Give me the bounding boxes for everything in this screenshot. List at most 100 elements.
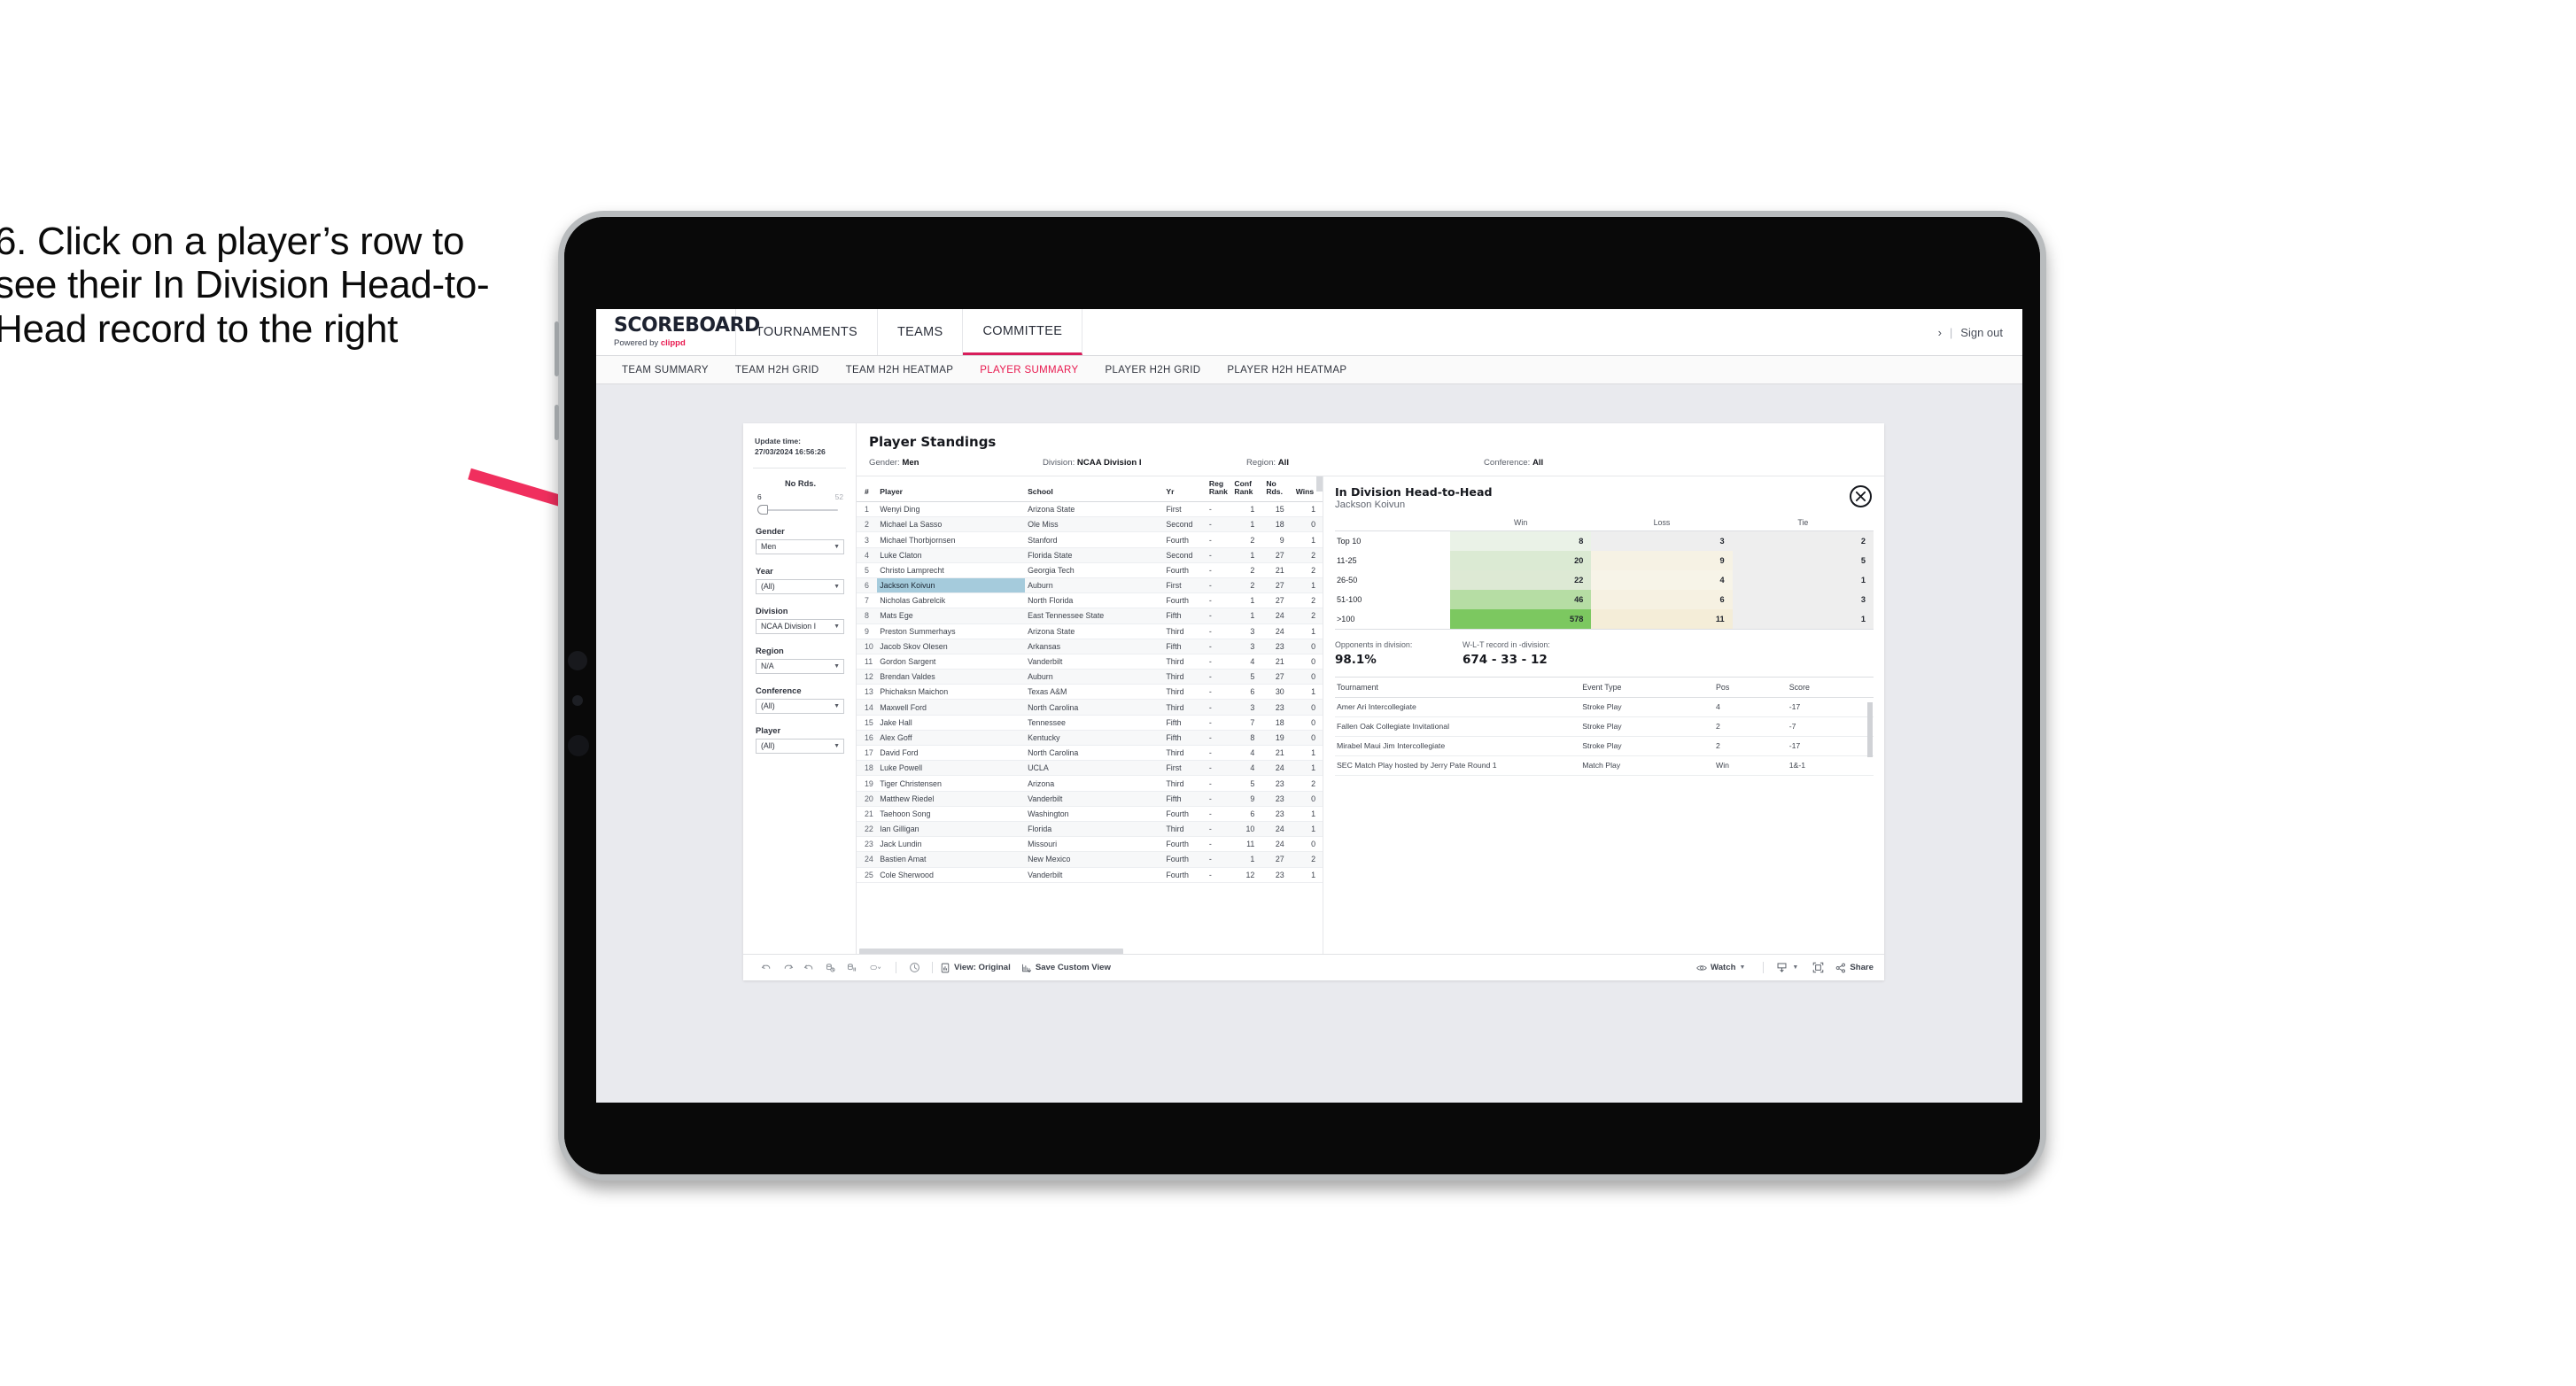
table-row[interactable]: 1 Wenyi Ding Arizona State First -1 15 1 — [857, 501, 1323, 518]
chevron-down-icon[interactable]: ▼ — [1792, 964, 1798, 971]
share-button[interactable]: Share — [1835, 963, 1874, 973]
nav-link-teams[interactable]: TEAMS — [878, 309, 964, 355]
heatmap-cell[interactable]: 1 — [1732, 569, 1874, 590]
table-row[interactable]: 22 Ian Gilligan Florida Third -10 24 1 — [857, 821, 1323, 838]
cell-rds: 21 — [1263, 654, 1293, 670]
col-reg-rank[interactable]: Reg Rank — [1206, 476, 1232, 503]
heatmap-cell[interactable]: 1 — [1732, 608, 1874, 629]
cell-player: Phichaksn Maichon — [877, 684, 1026, 701]
cell-wins: 1 — [1292, 760, 1323, 777]
col-rank[interactable]: # — [857, 476, 878, 503]
table-row[interactable]: 11 Gordon Sargent Vanderbilt Third -4 21 0 — [857, 654, 1323, 670]
sign-out-link[interactable]: Sign out — [1960, 326, 2003, 339]
view-original-button[interactable]: View: Original — [940, 963, 1011, 973]
filter-conference-select[interactable]: (All) ▼ — [756, 698, 844, 714]
tournament-row[interactable]: Fallen Oak Collegiate Invitational Stroke… — [1335, 716, 1874, 737]
refresh-data-icon[interactable] — [819, 962, 841, 973]
pause-auto-updates-icon[interactable] — [862, 962, 888, 973]
heatmap-cell[interactable]: 5 — [1732, 550, 1874, 570]
pause-data-icon[interactable] — [841, 962, 862, 973]
col-conf-rank[interactable]: Conf Rank — [1231, 476, 1264, 503]
watch-button[interactable]: Watch ▼ — [1696, 963, 1745, 973]
chevron-right-icon[interactable]: › — [1938, 326, 1942, 339]
tab-player-h2h-heatmap[interactable]: PLAYER H2H HEATMAP — [1214, 365, 1360, 376]
table-row[interactable]: 12 Brendan Valdes Auburn Third -5 27 0 — [857, 669, 1323, 685]
col-yr[interactable]: Yr — [1163, 476, 1207, 503]
filter-division-select[interactable]: NCAA Division I ▼ — [756, 618, 844, 634]
heatmap-cell[interactable]: 9 — [1591, 550, 1733, 570]
table-row[interactable]: 5 Christo Lamprecht Georgia Tech Fourth -2 21… — [857, 562, 1323, 578]
heatmap-cell[interactable]: 4 — [1591, 569, 1733, 590]
table-row[interactable]: 18 Luke Powell UCLA First -4 24 1 — [857, 760, 1323, 777]
revert-icon[interactable] — [798, 962, 819, 973]
wlt-record: W-L-T record in -division: 674 - 33 - 12 — [1461, 640, 1567, 667]
cell-reg: - — [1206, 745, 1232, 762]
filter-year-select[interactable]: (All) ▼ — [756, 578, 844, 594]
table-row[interactable]: 10 Jacob Skov Olesen Arkansas Fifth -3 23 0 — [857, 639, 1323, 654]
tab-team-h2h-heatmap[interactable]: TEAM H2H HEATMAP — [833, 365, 967, 376]
col-school[interactable]: School — [1025, 476, 1164, 503]
cell-reg: - — [1206, 608, 1232, 624]
tab-team-summary[interactable]: TEAM SUMMARY — [609, 365, 722, 376]
table-row[interactable]: 9 Preston Summerhays Arizona State Third -3 2… — [857, 623, 1323, 639]
heatmap-cell[interactable]: 46 — [1449, 589, 1592, 609]
col-no-rds[interactable]: No Rds. — [1263, 476, 1293, 503]
table-row[interactable]: 24 Bastien Amat New Mexico Fourth -1 27 2 — [857, 851, 1323, 868]
table-row[interactable]: 25 Cole Sherwood Vanderbilt Fourth -12 23 1 — [857, 867, 1323, 883]
tournament-scrollbar[interactable] — [1867, 701, 1873, 757]
heatmap-cell[interactable]: 8 — [1449, 530, 1592, 551]
table-row[interactable]: 14 Maxwell Ford North Carolina Third -3 23 0 — [857, 699, 1323, 716]
table-row[interactable]: 6 Jackson Koivun Auburn First -2 27 1 — [857, 577, 1323, 594]
table-row[interactable]: 15 Jake Hall Tennessee Fifth -7 18 0 — [857, 715, 1323, 731]
col-player[interactable]: Player — [877, 476, 1026, 503]
standings-vertical-scrollbar[interactable] — [1316, 476, 1323, 492]
tab-player-summary[interactable]: PLAYER SUMMARY — [966, 365, 1091, 376]
tab-team-h2h-grid[interactable]: TEAM H2H GRID — [722, 365, 833, 376]
fullscreen-icon[interactable] — [1807, 962, 1828, 973]
redo-icon[interactable] — [777, 962, 798, 973]
filter-region-select[interactable]: N/A ▼ — [756, 658, 844, 674]
table-row[interactable]: 20 Matthew Riedel Vanderbilt Fifth -9 23 0 — [857, 791, 1323, 807]
heatmap-cell[interactable]: 2 — [1732, 530, 1874, 551]
tournament-row[interactable]: SEC Match Play hosted by Jerry Pate Roun… — [1335, 755, 1874, 777]
heatmap-cell[interactable]: 578 — [1449, 608, 1592, 629]
save-custom-view-button[interactable]: Save Custom View — [1021, 963, 1111, 973]
table-row[interactable]: 13 Phichaksn Maichon Texas A&M Third -6 30 1 — [857, 684, 1323, 701]
cell-player: Luke Powell — [877, 760, 1026, 777]
cell-wins: 2 — [1292, 562, 1323, 578]
download-icon[interactable] — [1771, 962, 1792, 973]
pause-icon[interactable] — [904, 962, 925, 973]
heatmap-cell[interactable]: 20 — [1449, 550, 1592, 570]
cell-rds: 24 — [1263, 608, 1293, 624]
standings-horizontal-scrollbar[interactable] — [857, 946, 1323, 955]
table-row[interactable]: 3 Michael Thorbjornsen Stanford Fourth -2 9 1 — [857, 531, 1323, 548]
instruction-text: 6. Click on a player’s row to see their … — [0, 220, 490, 351]
cell-pos: 2 — [1714, 716, 1788, 737]
table-row[interactable]: 7 Nicholas Gabrelcik North Florida Fourth -1… — [857, 592, 1323, 609]
tournament-row[interactable]: Mirabel Maui Jim Intercollegiate Stroke P… — [1335, 736, 1874, 756]
table-row[interactable]: 17 David Ford North Carolina Third -4 21 1 — [857, 745, 1323, 762]
nav-link-tournaments[interactable]: TOURNAMENTS — [736, 309, 879, 355]
heatmap-cell[interactable]: 6 — [1591, 589, 1733, 609]
table-row[interactable]: 21 Taehoon Song Washington Fourth -6 23 1 — [857, 806, 1323, 822]
table-row[interactable]: 16 Alex Goff Kentucky Fifth -8 19 0 — [857, 730, 1323, 747]
no-rounds-slider[interactable]: No Rds. 6 52 — [743, 479, 856, 515]
undo-icon[interactable] — [756, 962, 777, 973]
heatmap-cell[interactable]: 3 — [1732, 589, 1874, 609]
heatmap-cell[interactable]: 22 — [1449, 569, 1592, 590]
close-icon[interactable] — [1850, 485, 1872, 507]
slider-handle[interactable] — [757, 504, 768, 515]
tab-player-h2h-grid[interactable]: PLAYER H2H GRID — [1091, 365, 1214, 376]
tournament-row[interactable]: Amer Ari Intercollegiate Stroke Play 4 -17 — [1335, 697, 1874, 717]
table-row[interactable]: 2 Michael La Sasso Ole Miss Second -1 18 0 — [857, 516, 1323, 533]
table-row[interactable]: 19 Tiger Christensen Arizona Third -5 23 2 — [857, 775, 1323, 792]
filter-player-select[interactable]: (All) ▼ — [756, 738, 844, 754]
cell-conf: 5 — [1231, 775, 1264, 792]
table-row[interactable]: 23 Jack Lundin Missouri Fourth -11 24 0 — [857, 836, 1323, 853]
nav-link-committee[interactable]: COMMITTEE — [963, 309, 1083, 355]
table-row[interactable]: 4 Luke Claton Florida State Second -1 27 2 — [857, 547, 1323, 563]
table-row[interactable]: 8 Mats Ege East Tennessee State Fifth -1 24 2 — [857, 608, 1323, 624]
filter-gender-select[interactable]: Men ▼ — [756, 538, 844, 554]
heatmap-cell[interactable]: 11 — [1591, 608, 1733, 629]
heatmap-cell[interactable]: 3 — [1591, 530, 1733, 551]
